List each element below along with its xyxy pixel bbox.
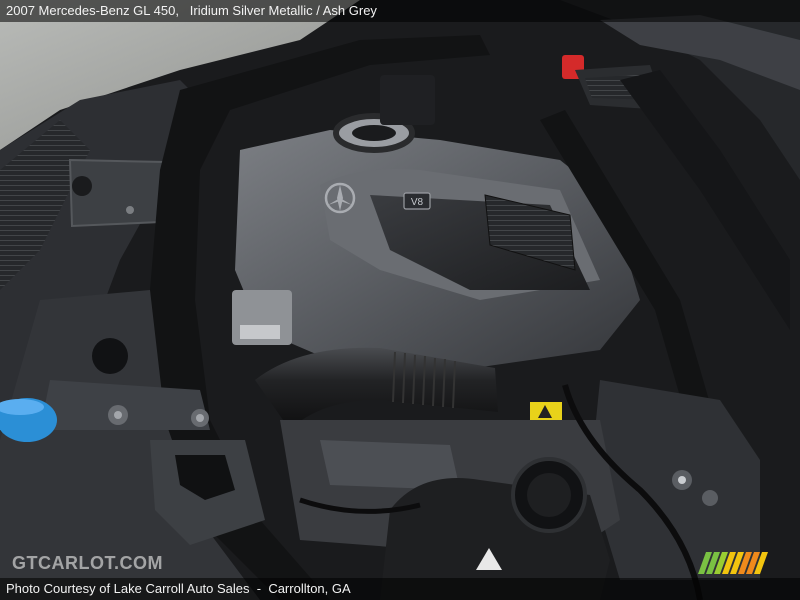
reservoir-cap xyxy=(92,338,128,374)
latch-bolt xyxy=(72,176,92,196)
interior-color: Ash Grey xyxy=(322,3,377,18)
latch-bolt xyxy=(126,206,134,214)
photo-credit: Photo Courtesy of Lake Carroll Auto Sale… xyxy=(6,581,250,596)
brand-stripes-logo xyxy=(698,552,768,574)
credit-separator: - xyxy=(249,581,269,596)
v8-badge-text: V8 xyxy=(411,197,424,208)
dealer-location: Carrollton, GA xyxy=(268,581,351,596)
photo-credit-bar: Photo Courtesy of Lake Carroll Auto Sale… xyxy=(0,578,800,600)
exterior-color: Iridium Silver Metallic xyxy=(189,3,313,18)
caption-separator: / xyxy=(312,3,323,18)
engine-bay-photo: V8 xyxy=(0,0,800,600)
site-watermark: GTCARLOT.COM xyxy=(12,553,163,573)
fuse-box xyxy=(380,75,435,125)
caption-bar: 2007 Mercedes-Benz GL 450, Iridium Silve… xyxy=(0,0,800,22)
caption-separator: , xyxy=(175,3,190,18)
vehicle-model: 2007 Mercedes-Benz GL 450 xyxy=(6,3,176,18)
